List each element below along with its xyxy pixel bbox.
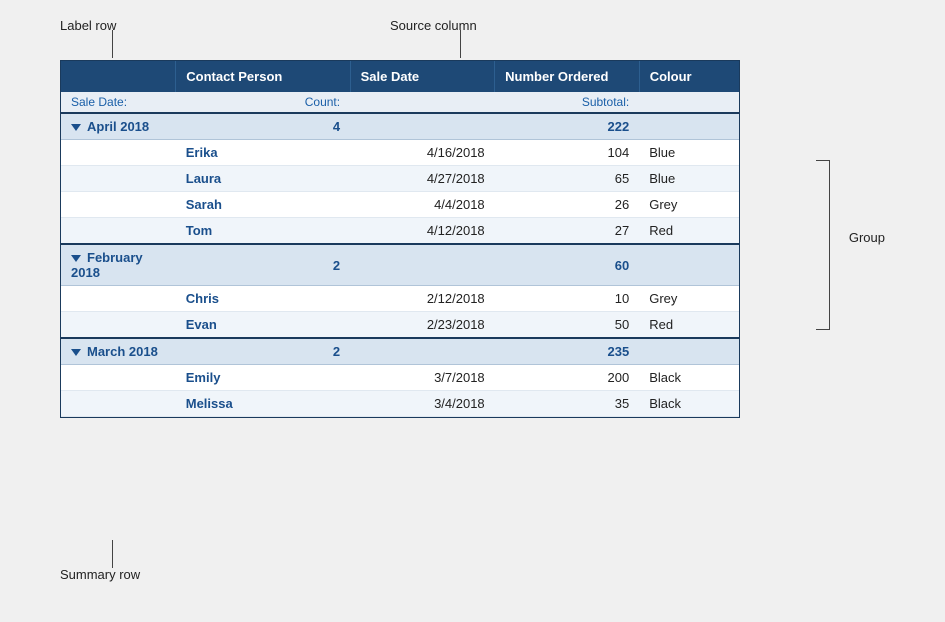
row-empty-1-1 bbox=[61, 312, 176, 339]
group-name-0: April 2018 bbox=[61, 113, 176, 140]
group-count-1: 2 bbox=[176, 244, 350, 286]
group-count-0: 4 bbox=[176, 113, 350, 140]
row-name-2-0: Emily bbox=[176, 365, 350, 391]
row-empty-0-0 bbox=[61, 140, 176, 166]
label-row-line bbox=[112, 30, 113, 58]
row-date-0-3: 4/12/2018 bbox=[350, 218, 495, 245]
row-num-0-1: 65 bbox=[495, 166, 640, 192]
row-num-0-0: 104 bbox=[495, 140, 640, 166]
group-subtotal-1: 60 bbox=[495, 244, 640, 286]
collapse-triangle-2[interactable] bbox=[71, 349, 81, 356]
row-num-2-1: 35 bbox=[495, 391, 640, 417]
table-row: Emily 3/7/2018 200 Black bbox=[61, 365, 739, 391]
data-table: Contact Person Sale Date Number Ordered … bbox=[60, 60, 740, 418]
row-date-0-2: 4/4/2018 bbox=[350, 192, 495, 218]
row-empty-2-0 bbox=[61, 365, 176, 391]
header-sale-date: Sale Date bbox=[350, 61, 495, 92]
table-row: Sarah 4/4/2018 26 Grey bbox=[61, 192, 739, 218]
group-count-2: 2 bbox=[176, 338, 350, 365]
summary-row-annotation: Summary row bbox=[60, 567, 140, 582]
row-empty-2-1 bbox=[61, 391, 176, 417]
row-name-0-2: Sarah bbox=[176, 192, 350, 218]
row-empty-0-3 bbox=[61, 218, 176, 245]
group-name-2: March 2018 bbox=[61, 338, 176, 365]
row-empty-0-2 bbox=[61, 192, 176, 218]
row-date-1-0: 2/12/2018 bbox=[350, 286, 495, 312]
table-row: Erika 4/16/2018 104 Blue bbox=[61, 140, 739, 166]
table-row: Tom 4/12/2018 27 Red bbox=[61, 218, 739, 245]
header-number-ordered: Number Ordered bbox=[495, 61, 640, 92]
summary-row-line bbox=[112, 540, 113, 568]
subheader-saledate-empty bbox=[350, 92, 495, 113]
row-colour-0-1: Blue bbox=[639, 166, 739, 192]
row-colour-2-1: Black bbox=[639, 391, 739, 417]
header-contact-person: Contact Person bbox=[176, 61, 350, 92]
table-row: Chris 2/12/2018 10 Grey bbox=[61, 286, 739, 312]
row-name-1-0: Chris bbox=[176, 286, 350, 312]
group-subtotal-0: 222 bbox=[495, 113, 640, 140]
row-empty-1-0 bbox=[61, 286, 176, 312]
row-num-1-0: 10 bbox=[495, 286, 640, 312]
row-name-0-0: Erika bbox=[176, 140, 350, 166]
row-num-0-3: 27 bbox=[495, 218, 640, 245]
label-row-annotation: Label row bbox=[60, 18, 116, 33]
row-name-0-3: Tom bbox=[176, 218, 350, 245]
row-empty-0-1 bbox=[61, 166, 176, 192]
subheader-colour-empty bbox=[639, 92, 739, 113]
row-name-2-1: Melissa bbox=[176, 391, 350, 417]
group-colour-empty-1 bbox=[639, 244, 739, 286]
header-row: Contact Person Sale Date Number Ordered … bbox=[61, 61, 739, 92]
subheader-count-label: Count: bbox=[176, 92, 350, 113]
header-empty bbox=[61, 61, 176, 92]
group-saledate-empty-1 bbox=[350, 244, 495, 286]
subheader-subtotal-label: Subtotal: bbox=[495, 92, 640, 113]
row-date-1-1: 2/23/2018 bbox=[350, 312, 495, 339]
row-colour-0-2: Grey bbox=[639, 192, 739, 218]
table-row: Laura 4/27/2018 65 Blue bbox=[61, 166, 739, 192]
row-colour-0-0: Blue bbox=[639, 140, 739, 166]
row-num-0-2: 26 bbox=[495, 192, 640, 218]
group-subtotal-2: 235 bbox=[495, 338, 640, 365]
table-row: Evan 2/23/2018 50 Red bbox=[61, 312, 739, 339]
source-col-line bbox=[460, 30, 461, 58]
group-name-1: February 2018 bbox=[61, 244, 176, 286]
group-colour-empty-0 bbox=[639, 113, 739, 140]
collapse-triangle-0[interactable] bbox=[71, 124, 81, 131]
group-saledate-empty-0 bbox=[350, 113, 495, 140]
row-num-2-0: 200 bbox=[495, 365, 640, 391]
group-header-2: March 2018 2 235 bbox=[61, 338, 739, 365]
row-name-1-1: Evan bbox=[176, 312, 350, 339]
group-saledate-empty-2 bbox=[350, 338, 495, 365]
collapse-triangle-1[interactable] bbox=[71, 255, 81, 262]
group-colour-empty-2 bbox=[639, 338, 739, 365]
group-header-1: February 2018 2 60 bbox=[61, 244, 739, 286]
group-annotation: Group bbox=[849, 230, 885, 245]
row-date-2-1: 3/4/2018 bbox=[350, 391, 495, 417]
row-colour-2-0: Black bbox=[639, 365, 739, 391]
group-bracket bbox=[816, 160, 830, 330]
row-colour-0-3: Red bbox=[639, 218, 739, 245]
row-name-0-1: Laura bbox=[176, 166, 350, 192]
row-num-1-1: 50 bbox=[495, 312, 640, 339]
row-colour-1-0: Grey bbox=[639, 286, 739, 312]
group-header-0: April 2018 4 222 bbox=[61, 113, 739, 140]
table-row: Melissa 3/4/2018 35 Black bbox=[61, 391, 739, 417]
header-colour: Colour bbox=[639, 61, 739, 92]
subheader-saledate-label: Sale Date: bbox=[61, 92, 176, 113]
row-date-2-0: 3/7/2018 bbox=[350, 365, 495, 391]
source-column-annotation: Source column bbox=[390, 18, 477, 33]
row-date-0-0: 4/16/2018 bbox=[350, 140, 495, 166]
row-colour-1-1: Red bbox=[639, 312, 739, 339]
subheader-row: Sale Date: Count: Subtotal: bbox=[61, 92, 739, 113]
row-date-0-1: 4/27/2018 bbox=[350, 166, 495, 192]
